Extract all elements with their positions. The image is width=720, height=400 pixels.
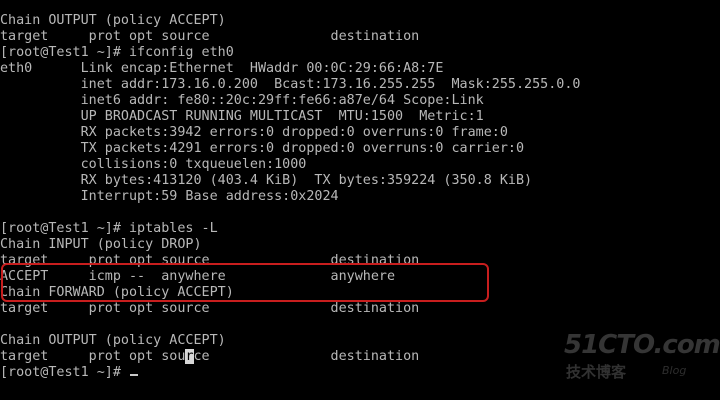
shell-prompt: [root@Test1 ~]# <box>0 365 129 380</box>
terminal-line: TX packets:4291 errors:0 dropped:0 overr… <box>0 141 525 156</box>
terminal-line: inet6 addr: fe80::20c:29ff:fe66:a87e/64 … <box>0 93 484 108</box>
watermark-logo: 51CTO.com 技术博客 Blog <box>562 330 720 390</box>
terminal-line: Interrupt:59 Base address:0x2024 <box>0 189 339 204</box>
terminal-line: inet addr:173.16.0.200 Bcast:173.16.255.… <box>0 77 581 92</box>
watermark-blog-text: Blog <box>662 364 687 377</box>
mouse-text-cursor: r <box>185 349 194 364</box>
header-text-after-cursor: ce destination <box>193 349 420 364</box>
terminal-line: RX bytes:413120 (403.4 KiB) TX bytes:359… <box>0 173 533 188</box>
terminal-line: UP BROADCAST RUNNING MULTICAST MTU:1500 … <box>0 109 484 124</box>
terminal-line: Chain OUTPUT (policy ACCEPT) <box>0 13 226 28</box>
header-text-before-cursor: target prot opt sou <box>0 349 186 364</box>
terminal-line: [root@Test1 ~]# iptables -L <box>0 221 218 236</box>
terminal-line: target prot opt source destination <box>0 29 420 44</box>
terminal-line: Chain INPUT (policy DROP) <box>0 237 202 252</box>
terminal-line: RX packets:3942 errors:0 dropped:0 overr… <box>0 125 508 140</box>
watermark-main-text: 51CTO.com <box>564 330 720 360</box>
watermark-sub-text: 技术博客 <box>566 363 627 381</box>
terminal-line: [root@Test1 ~]# ifconfig eth0 <box>0 45 234 60</box>
terminal-line: collisions:0 txqueuelen:1000 <box>0 157 307 172</box>
terminal-line: eth0 Link encap:Ethernet HWaddr 00:0C:29… <box>0 61 444 76</box>
terminal-line: target prot opt source destination <box>0 301 420 316</box>
highlight-annotation-box <box>1 263 489 302</box>
text-cursor <box>130 374 138 376</box>
